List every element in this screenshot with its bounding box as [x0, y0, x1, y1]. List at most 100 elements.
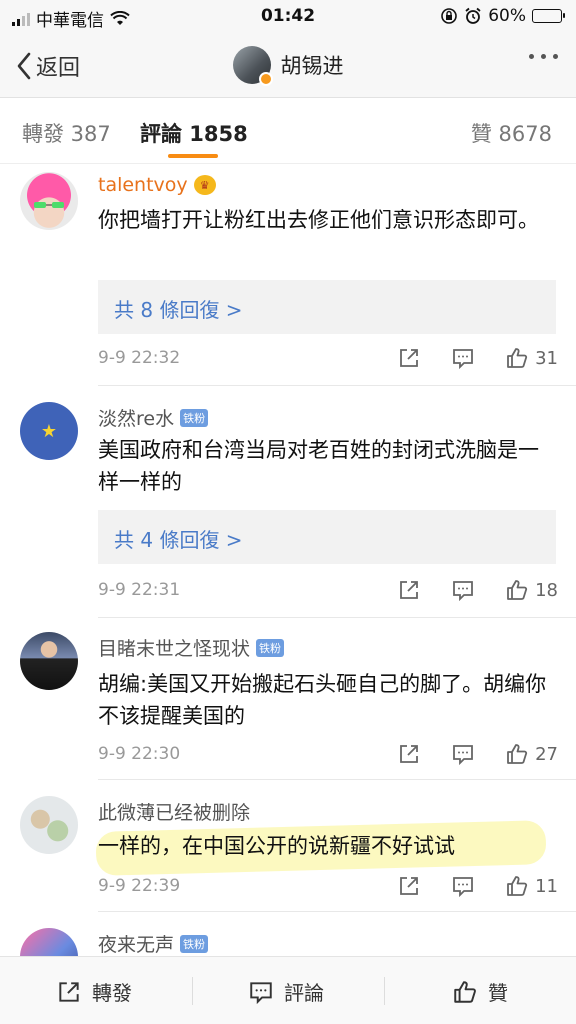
thumbs-up-icon — [507, 876, 528, 896]
comment-icon — [453, 349, 473, 370]
more-button[interactable] — [529, 54, 558, 59]
comment-icon — [250, 981, 272, 1004]
comment-actions: 11 — [367, 874, 558, 898]
star-icon: ★ — [40, 420, 58, 442]
comment-label: 評論 — [284, 981, 324, 1005]
like-label: 贊 — [488, 981, 508, 1005]
share-button[interactable] — [397, 346, 421, 370]
commenter-name-text: 夜来无声 — [98, 934, 175, 956]
comment-actions: 31 — [367, 346, 558, 370]
like-button[interactable]: 31 — [505, 346, 558, 370]
alarm-icon — [465, 7, 481, 24]
tab-comment[interactable]: 評論 1858 — [140, 118, 248, 148]
forward-label: 轉發 — [92, 981, 132, 1005]
tab-bar: 轉發 387 評論 1858 贊 8678 — [0, 98, 576, 164]
comment-item: 此微薄已经被删除 一样的，在中国公开的说新疆不好试试 9-9 22:39 11 — [0, 780, 576, 912]
like-button[interactable]: 贊 — [452, 977, 508, 1006]
thumbs-up-icon — [507, 580, 528, 600]
share-button[interactable] — [397, 578, 421, 602]
fan-badge: 铁粉 — [180, 408, 209, 427]
status-right: 60% — [440, 6, 565, 26]
back-label: 返回 — [36, 56, 81, 81]
reply-button[interactable] — [451, 578, 475, 602]
verified-icon — [258, 72, 273, 86]
like-count: 27 — [535, 743, 558, 765]
tab-forward[interactable]: 轉發 387 — [22, 118, 111, 148]
commenter-name[interactable]: 目睹末世之怪现状 铁粉 — [98, 634, 285, 661]
page-title: 胡锡进 — [280, 54, 344, 78]
crown-badge-icon: ♛ — [193, 175, 216, 195]
comment-text: 一样的，在中国公开的说新疆不好试试 — [98, 834, 455, 858]
view-replies-button[interactable]: 共 8 條回復 > — [98, 280, 556, 334]
comment-item: ★ 淡然re水 铁粉 美国政府和台湾当局对老百姓的封闭式洗脑是一样一样的 共 4… — [0, 386, 576, 618]
chevron-left-icon — [17, 52, 31, 80]
like-count: 11 — [535, 875, 558, 897]
thumbs-up-icon — [507, 348, 528, 368]
nav-center: 胡锡进 — [0, 46, 576, 86]
comment-icon — [453, 877, 473, 898]
reply-button[interactable] — [451, 346, 475, 370]
comment-actions: 18 — [367, 578, 558, 602]
tab-active-indicator — [168, 154, 218, 158]
comment-actions: 27 — [367, 742, 558, 766]
comment-time: 9-9 22:31 — [98, 580, 181, 600]
comment-icon — [453, 745, 473, 766]
share-icon — [400, 349, 418, 367]
comment-item: talentvoy ♛ 你把墙打开让粉红出去修正他们意识形态即可。 共 8 條回… — [0, 164, 576, 386]
share-button[interactable] — [397, 742, 421, 766]
thumbs-up-icon — [507, 744, 528, 764]
like-button[interactable]: 11 — [505, 874, 558, 898]
commenter-name[interactable]: 夜来无声 铁粉 — [98, 930, 209, 956]
comment-time: 9-9 22:39 — [98, 876, 181, 896]
commenter-name[interactable]: 淡然re水 铁粉 — [98, 404, 209, 431]
comment-time: 9-9 22:30 — [98, 744, 181, 764]
commenter-name-text: talentvoy — [98, 174, 188, 196]
comment-time: 9-9 22:32 — [98, 348, 181, 368]
comment-text: 胡编:美国又开始搬起石头砸自己的脚了。胡编你不该提醒美国的 — [98, 672, 547, 728]
status-bar: 中華電信 01:42 60% — [0, 0, 576, 34]
share-icon — [400, 581, 418, 599]
view-replies-button[interactable]: 共 4 條回復 > — [98, 510, 556, 564]
comment-icon — [453, 581, 473, 602]
fan-badge: 铁粉 — [180, 934, 209, 953]
battery-percent: 60% — [488, 6, 526, 26]
commenter-avatar[interactable]: ★ — [20, 402, 78, 460]
comment-text: 你把墙打开让粉红出去修正他们意识形态即可。 — [98, 208, 539, 232]
commenter-avatar[interactable] — [20, 928, 78, 956]
comment-button[interactable]: 評論 — [248, 977, 324, 1006]
forward-button[interactable]: 轉發 — [56, 977, 132, 1006]
commenter-avatar[interactable] — [20, 172, 78, 230]
glasses-icon — [34, 202, 64, 208]
back-button[interactable]: 返回 — [16, 50, 80, 82]
battery-icon — [532, 9, 565, 23]
comment-item: 夜来无声 铁粉 — [0, 912, 576, 956]
nav-bar: 返回 胡锡进 — [0, 34, 576, 98]
divider — [192, 977, 193, 1005]
share-icon — [400, 877, 418, 895]
like-button[interactable]: 27 — [505, 742, 558, 766]
share-button[interactable] — [397, 874, 421, 898]
commenter-avatar[interactable] — [20, 796, 78, 854]
author-avatar[interactable] — [232, 46, 273, 86]
thumbs-up-icon — [454, 980, 476, 1003]
like-count: 31 — [535, 347, 558, 369]
commenter-name-text: 目睹末世之怪现状 — [98, 638, 251, 660]
reply-button[interactable] — [451, 742, 475, 766]
tab-like[interactable]: 贊 8678 — [471, 118, 552, 148]
orientation-lock-icon — [441, 8, 458, 24]
share-icon — [400, 745, 418, 763]
bottom-action-bar: 轉發 評論 贊 — [0, 956, 576, 1024]
commenter-name[interactable]: talentvoy ♛ — [98, 174, 216, 196]
comment-text: 美国政府和台湾当局对老百姓的封闭式洗脑是一样一样的 — [98, 438, 539, 494]
commenter-name-text: 淡然re水 — [98, 408, 175, 430]
commenter-avatar[interactable] — [20, 632, 78, 690]
divider — [384, 977, 385, 1005]
share-icon — [59, 981, 79, 1002]
fan-badge: 铁粉 — [256, 638, 285, 657]
reply-button[interactable] — [451, 874, 475, 898]
like-count: 18 — [535, 579, 558, 601]
like-button[interactable]: 18 — [505, 578, 558, 602]
comment-item: 目睹末世之怪现状 铁粉 胡编:美国又开始搬起石头砸自己的脚了。胡编你不该提醒美国… — [0, 618, 576, 780]
commenter-name[interactable]: 此微薄已经被删除 — [98, 798, 250, 825]
commenter-name-text: 此微薄已经被删除 — [98, 802, 251, 824]
